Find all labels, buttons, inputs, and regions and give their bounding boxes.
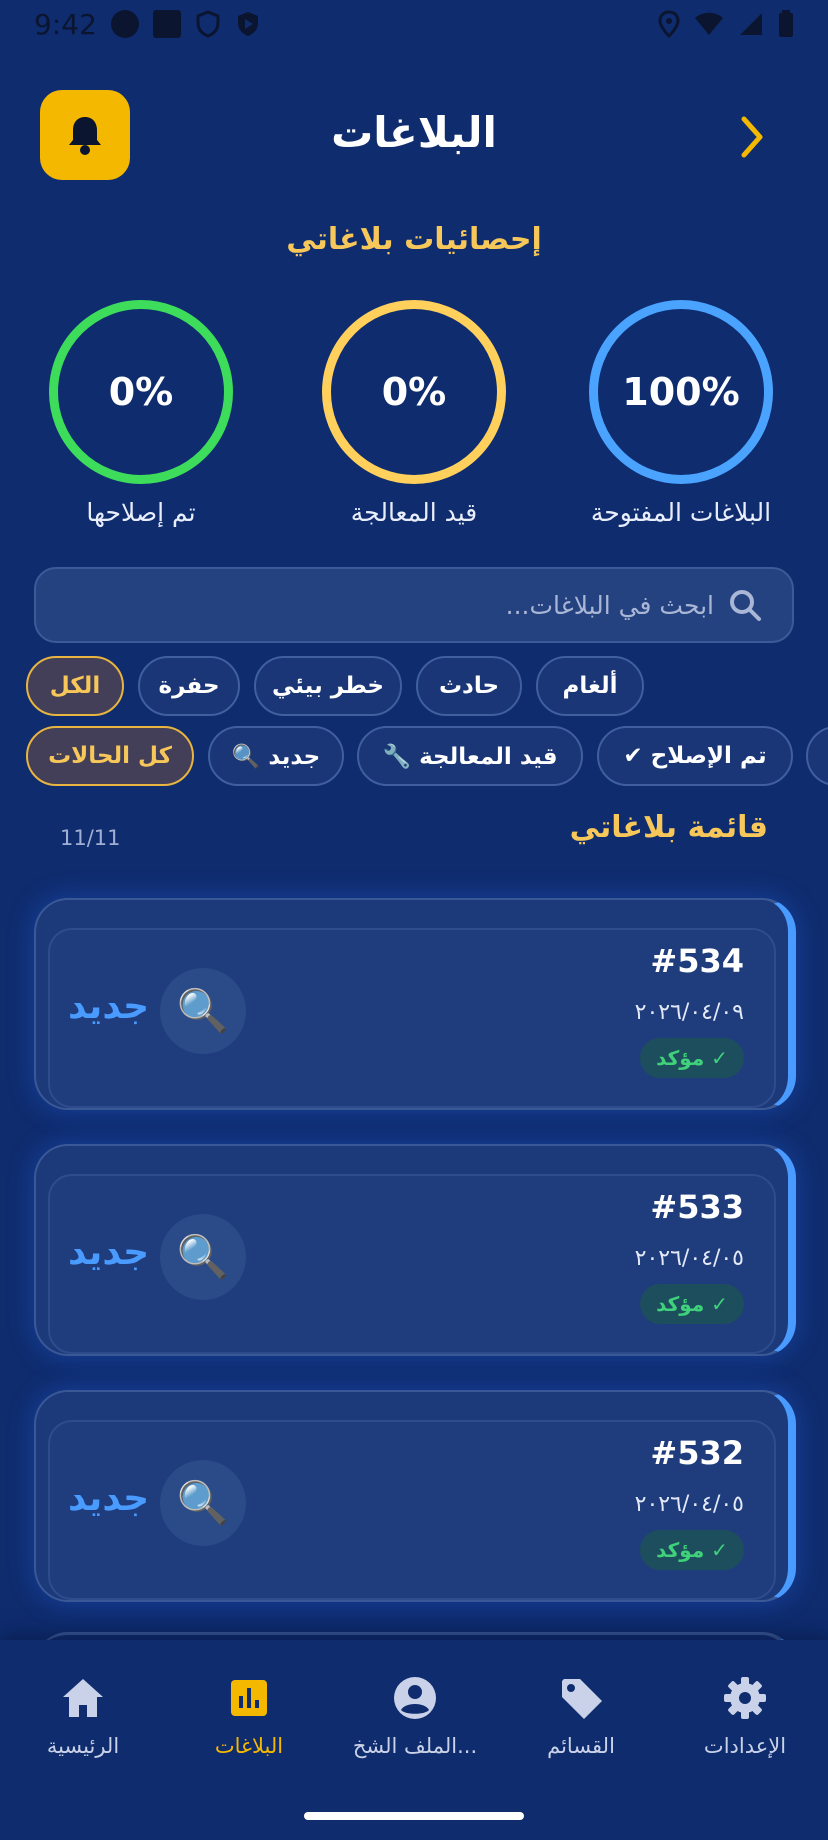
stat-open-label: البلاغات المفتوحة [590, 498, 772, 527]
notification-dot-icon [110, 10, 139, 38]
stat-fixed-label: تم إصلاحها [86, 498, 196, 527]
filter-chip-fixed[interactable]: تم الإصلاح ✔ [597, 726, 793, 786]
header: البلاغات [0, 88, 828, 184]
chevron-right-icon [741, 116, 763, 158]
nav-item-settings[interactable]: الإعدادات [662, 1670, 828, 1758]
filter-chip-partial[interactable] [806, 726, 828, 786]
nav-label-reports: البلاغات [214, 1734, 284, 1758]
nav-label-settings: الإعدادات [703, 1734, 787, 1758]
filter-chip-in-progress[interactable]: قيد المعالجة 🔧 [357, 726, 583, 786]
home-indicator[interactable] [304, 1812, 524, 1820]
report-status: جديد [68, 1232, 150, 1273]
stat-fixed-ring: 0% [49, 300, 233, 484]
reports-icon [231, 1680, 267, 1716]
magnifier-icon: 🔍 [160, 1214, 246, 1300]
filter-chip-accident[interactable]: حادث [416, 656, 522, 716]
filter-chip-new[interactable]: جديد 🔍 [208, 726, 344, 786]
shield-icon [196, 10, 220, 38]
page-title: البلاغات [331, 108, 497, 157]
verified-badge: ✓ مؤكد [640, 1284, 744, 1324]
stats-heading: إحصائيات بلاغاتي [286, 222, 542, 257]
nav-label-profile: الملف الشخ... [352, 1734, 478, 1758]
filter-chip-all[interactable]: الكل [26, 656, 124, 716]
home-icon [63, 1679, 103, 1717]
back-button[interactable] [732, 112, 772, 162]
filter-chip-all-statuses[interactable]: كل الحالات [26, 726, 194, 786]
notification-square-icon [152, 10, 181, 38]
report-date: ٢٠٢٦/٠٤/٠٥ [634, 1492, 744, 1517]
report-status: جديد [68, 986, 150, 1027]
category-filter-row: ألغام حادث خطر بيئي حفرة الكل [0, 656, 828, 718]
filter-chip-environmental[interactable]: خطر بيئي [254, 656, 402, 716]
nav-item-profile[interactable]: الملف الشخ... [332, 1670, 498, 1758]
search-bar [34, 567, 794, 643]
play-shield-icon [237, 12, 258, 36]
search-icon [730, 590, 761, 621]
battery-icon [779, 10, 793, 37]
list-heading: قائمة بلاغاتي [569, 810, 768, 845]
report-card[interactable]: #533 ٢٠٢٦/٠٤/٠٥ ✓ مؤكد 🔍 جديد [34, 1144, 796, 1356]
magnifier-icon: 🔍 [160, 1460, 246, 1546]
verified-badge: ✓ مؤكد [640, 1530, 744, 1570]
report-card[interactable]: #534 ٢٠٢٦/٠٤/٠٩ ✓ مؤكد 🔍 جديد [34, 898, 796, 1110]
stat-open-ring: 100% [589, 300, 773, 484]
stat-fixed: 0% تم إصلاحها [16, 300, 266, 527]
tag-icon [562, 1679, 602, 1719]
report-card-body: #533 ٢٠٢٦/٠٤/٠٥ ✓ مؤكد 🔍 جديد [48, 1174, 776, 1354]
nav-item-vouchers[interactable]: القسائم [498, 1670, 664, 1758]
report-number: #534 [650, 942, 744, 980]
verified-badge: ✓ مؤكد [640, 1038, 744, 1078]
stat-in-progress-label: قيد المعالجة [350, 498, 478, 527]
filter-chip-pothole[interactable]: حفرة [138, 656, 240, 716]
signal-icon [740, 13, 762, 35]
profile-icon [394, 1677, 436, 1719]
report-status: جديد [68, 1478, 150, 1519]
status-time: 9:42 [34, 7, 97, 41]
location-icon [658, 10, 680, 38]
nav-item-reports[interactable]: البلاغات [166, 1670, 332, 1758]
list-count: 11/11 [60, 826, 121, 850]
report-date: ٢٠٢٦/٠٤/٠٩ [634, 1000, 744, 1025]
report-card-body: #534 ٢٠٢٦/٠٤/٠٩ ✓ مؤكد 🔍 جديد [48, 928, 776, 1108]
gear-icon [724, 1677, 766, 1719]
nav-label-home: الرئيسية [46, 1734, 120, 1758]
status-bar: 9:42 [0, 0, 828, 48]
wifi-icon [695, 12, 723, 35]
stat-in-progress: 0% قيد المعالجة [289, 300, 539, 527]
report-number: #532 [650, 1434, 744, 1472]
bottom-nav: الرئيسية البلاغات الملف الشخ... القسائم [0, 1640, 828, 1840]
nav-label-vouchers: القسائم [547, 1734, 615, 1758]
report-number: #533 [650, 1188, 744, 1226]
nav-item-home[interactable]: الرئيسية [0, 1670, 166, 1758]
search-input[interactable] [66, 590, 714, 620]
magnifier-icon: 🔍 [160, 968, 246, 1054]
stat-in-progress-ring: 0% [322, 300, 506, 484]
status-filter-row: تم الإصلاح ✔ قيد المعالجة 🔧 جديد 🔍 كل ال… [0, 726, 828, 788]
stat-open: 100% البلاغات المفتوحة [556, 300, 806, 527]
report-card-body: #532 ٢٠٢٦/٠٤/٠٥ ✓ مؤكد 🔍 جديد [48, 1420, 776, 1600]
report-card[interactable]: #532 ٢٠٢٦/٠٤/٠٥ ✓ مؤكد 🔍 جديد [34, 1390, 796, 1602]
report-date: ٢٠٢٦/٠٤/٠٥ [634, 1246, 744, 1271]
filter-chip-mines[interactable]: ألغام [536, 656, 644, 716]
